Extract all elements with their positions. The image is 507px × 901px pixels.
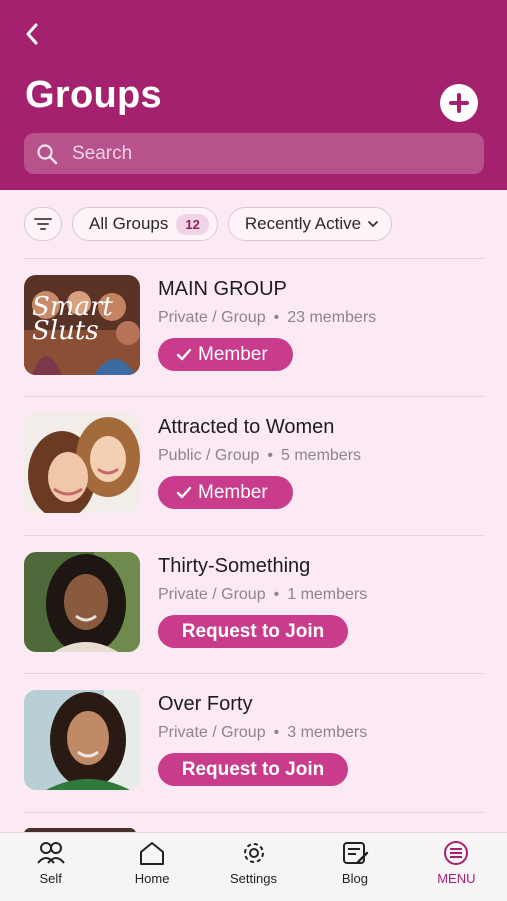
filter-icon [34, 218, 52, 230]
nav-home[interactable]: Home [101, 833, 202, 901]
separator-dot: • [273, 724, 280, 741]
group-type: Private / Group [158, 309, 266, 326]
group-meta: Private / Group • 3 members [158, 724, 367, 742]
member-label: Member [198, 481, 268, 503]
search-bar[interactable] [24, 133, 484, 174]
nav-label: MENU [437, 871, 476, 886]
filter-bar: All Groups 12 Recently Active [24, 206, 393, 242]
check-icon [176, 486, 192, 498]
page-title: Groups [25, 74, 162, 116]
sort-dropdown[interactable]: Recently Active [227, 207, 393, 241]
group-name[interactable]: MAIN GROUP [158, 278, 287, 301]
member-button[interactable]: Member [158, 338, 293, 371]
nav-label: Blog [341, 871, 368, 886]
divider [24, 812, 484, 813]
request-to-join-button[interactable]: Request to Join [158, 615, 348, 648]
search-input[interactable] [70, 141, 454, 166]
group-thumbnail[interactable] [24, 413, 140, 513]
nav-label: Settings [230, 871, 277, 886]
group-members: 1 members [287, 586, 368, 603]
sort-label: Recently Active [244, 214, 362, 233]
group-type: Private / Group [158, 586, 266, 603]
menu-icon [444, 841, 469, 865]
back-button[interactable] [18, 20, 46, 48]
request-to-join-button[interactable]: Request to Join [158, 753, 348, 786]
blog-icon [342, 842, 369, 864]
nav-menu[interactable]: MENU [406, 833, 507, 901]
check-icon [176, 348, 192, 360]
nav-label: Home [134, 871, 170, 886]
home-icon [140, 842, 165, 865]
group-row[interactable]: Thirty-Something Private / Group • 1 membe… [24, 535, 484, 655]
nav-settings[interactable]: Settings [203, 833, 304, 901]
group-count-badge: 12 [176, 213, 209, 235]
group-name[interactable]: Thirty-Something [158, 555, 310, 578]
all-groups-label: All Groups [89, 214, 169, 233]
group-thumbnail[interactable]: Smart Sluts [24, 275, 140, 375]
separator-dot: • [273, 309, 280, 326]
group-type: Public / Group [158, 447, 260, 464]
group-row[interactable]: Over Forty Private / Group • 3 members Req… [24, 673, 484, 793]
member-label: Member [198, 343, 268, 365]
back-arrow-icon [26, 23, 38, 45]
people-icon [36, 842, 65, 864]
group-members: 3 members [287, 724, 368, 741]
thumbnail-logo-text: Smart Sluts [32, 292, 113, 346]
group-thumbnail[interactable] [24, 552, 140, 652]
group-name[interactable]: Over Forty [158, 693, 252, 716]
group-name[interactable]: Attracted to Women [158, 416, 334, 439]
group-meta: Private / Group • 23 members [158, 309, 376, 327]
group-members: 23 members [287, 309, 377, 326]
chevron-down-icon [368, 221, 378, 227]
group-meta: Private / Group • 1 members [158, 586, 367, 604]
search-icon [37, 143, 58, 164]
bottom-navigation: Self Home Settings Blog MENU [0, 832, 507, 901]
group-row[interactable]: Smart Sluts MAIN GROUP Private / Group • 2… [24, 258, 484, 378]
app-header: Groups [0, 0, 507, 190]
member-button[interactable]: Member [158, 476, 293, 509]
group-meta: Public / Group • 5 members [158, 447, 361, 465]
separator-dot: • [267, 447, 273, 464]
add-group-button[interactable] [440, 84, 478, 122]
filter-button[interactable] [24, 207, 62, 241]
gear-icon [243, 843, 264, 863]
group-type: Private / Group [158, 724, 266, 741]
group-thumbnail[interactable] [24, 690, 140, 790]
nav-blog[interactable]: Blog [304, 833, 405, 901]
nav-self[interactable]: Self [0, 833, 101, 901]
separator-dot: • [273, 586, 280, 603]
all-groups-chip[interactable]: All Groups 12 [72, 207, 218, 241]
plus-icon [449, 93, 469, 113]
group-row[interactable]: Attracted to Women Public / Group • 5 memb… [24, 396, 484, 516]
group-members: 5 members [281, 447, 362, 464]
nav-label: Self [39, 871, 62, 886]
